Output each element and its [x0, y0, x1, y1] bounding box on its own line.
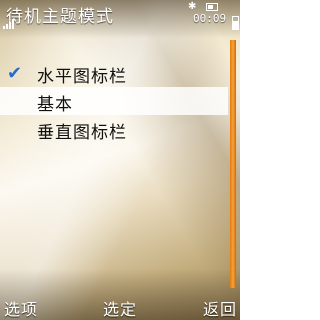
- battery-icon: [206, 3, 218, 11]
- theme-mode-list: ✔ 水平图标栏 基本 垂直图标栏: [0, 59, 228, 143]
- list-item-basic[interactable]: 基本: [0, 87, 228, 115]
- list-item-label: 水平图标栏: [37, 67, 127, 87]
- wallpaper-background: [0, 0, 240, 320]
- options-softkey[interactable]: 选项: [4, 296, 38, 320]
- battery-level-icon: [232, 16, 239, 30]
- signal-strength-icon: [3, 19, 19, 29]
- list-item-label: 垂直图标栏: [37, 123, 127, 143]
- page-title: 待机主题模式: [6, 7, 114, 27]
- bluetooth-icon: ✱: [188, 1, 197, 12]
- back-softkey[interactable]: 返回: [203, 296, 237, 320]
- list-item-vertical-icon-bar[interactable]: 垂直图标栏: [0, 115, 228, 143]
- clock-text: 00:09: [193, 12, 227, 25]
- checkmark-icon: ✔: [7, 63, 23, 84]
- list-item-horizontal-icon-bar[interactable]: ✔ 水平图标栏: [0, 59, 228, 87]
- status-bar: 待机主题模式 ✱ 00:09: [0, 0, 240, 30]
- select-softkey[interactable]: 选定: [103, 296, 137, 320]
- list-item-label: 基本: [37, 95, 73, 115]
- scrollbar-thumb[interactable]: [230, 40, 236, 288]
- softkey-bar: 选项 选定 返回: [0, 290, 240, 320]
